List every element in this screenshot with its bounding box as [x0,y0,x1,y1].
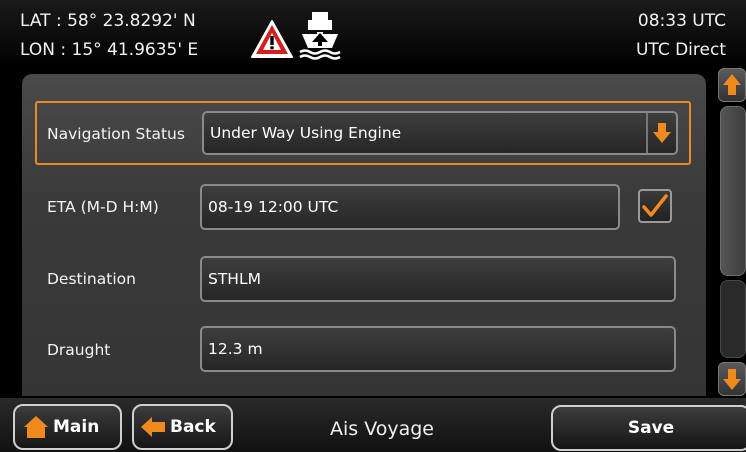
scrollbar-thumb[interactable] [720,106,746,276]
scrollbar-lower-track[interactable] [720,280,746,358]
eta-value: 08-19 12:00 UTC [208,198,339,216]
destination-label: Destination [47,270,136,288]
warning-triangle-icon[interactable] [250,19,294,59]
back-button[interactable]: Back [132,404,233,450]
save-button[interactable]: Save [551,405,746,451]
check-icon [642,194,668,217]
status-bar: LAT : 58° 23.8292' N LON : 15° 41.9635' … [0,0,746,68]
back-button-label: Back [170,417,216,437]
eta-label: ETA (M-D H:M) [47,198,159,216]
latitude-text: LAT : 58° 23.8292' N [20,11,196,31]
nav-status-value: Under Way Using Engine [210,124,402,142]
page-title: Ais Voyage [330,418,434,440]
longitude-text: LON : 15° 41.9635' E [20,40,199,60]
dropdown-arrow-button[interactable] [646,113,676,153]
destination-field[interactable]: STHLM [200,256,676,302]
draught-field[interactable]: 12.3 m [200,326,676,372]
nav-status-select[interactable]: Under Way Using Engine [202,111,678,155]
arrow-left-icon [141,417,165,437]
scroll-up-button[interactable] [718,68,746,102]
main-button[interactable]: Main [13,404,122,450]
utc-mode-text: UTC Direct [635,40,726,60]
eta-checkbox[interactable] [638,189,672,223]
arrow-up-icon [723,74,741,95]
arrow-down-icon [653,123,671,143]
voyage-form-panel: Navigation Status Under Way Using Engine… [22,74,706,396]
eta-field[interactable]: 08-19 12:00 UTC [200,184,620,230]
draught-value: 12.3 m [208,340,263,358]
ship-anchor-icon [299,12,341,60]
main-button-label: Main [53,417,100,437]
save-button-label: Save [627,418,675,438]
destination-value: STHLM [208,270,261,288]
clock-text: 08:33 UTC [637,11,726,31]
scroll-down-button[interactable] [718,362,746,396]
arrow-down-icon [723,369,741,390]
draught-label: Draught [47,341,111,359]
nav-status-label: Navigation Status [47,125,185,143]
home-icon [24,416,48,438]
